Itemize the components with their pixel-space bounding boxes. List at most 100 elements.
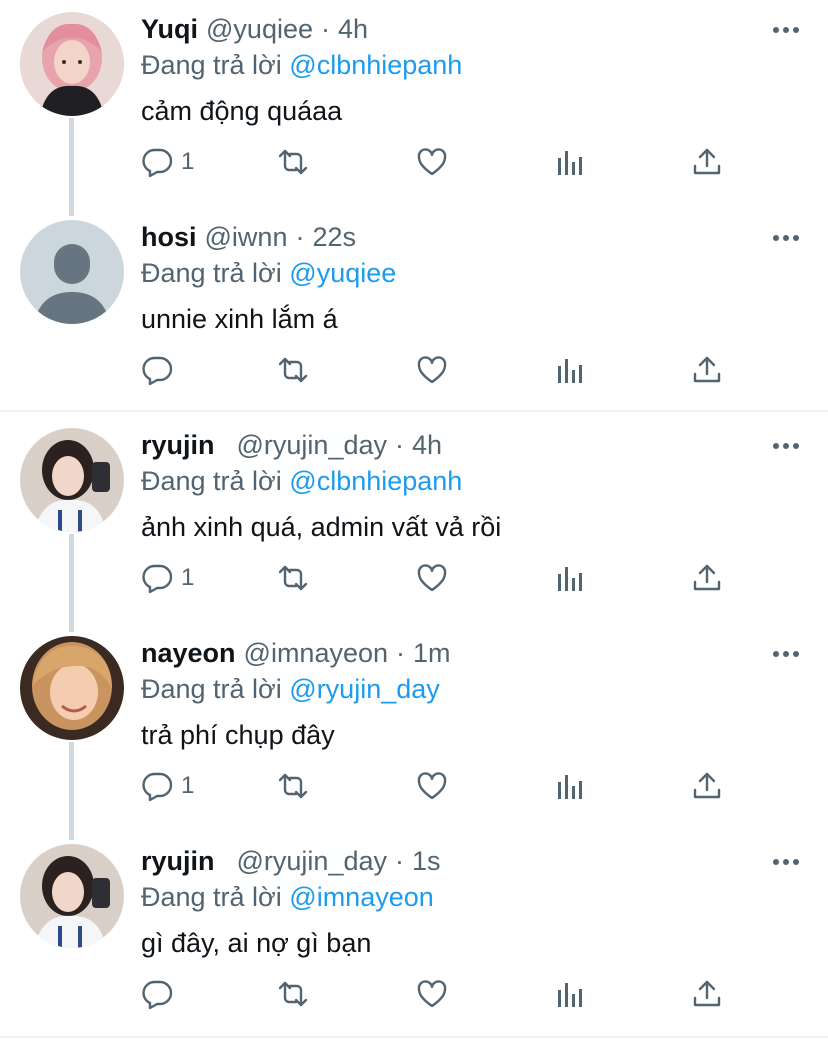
reply-count: 1	[181, 564, 195, 591]
retweet-button[interactable]	[277, 348, 309, 392]
timestamp[interactable]: 4h	[338, 14, 368, 45]
share-button[interactable]	[691, 764, 723, 808]
tweet[interactable]: ryujin @ryujin_day · 4h Đang trả lời @cl…	[0, 416, 828, 632]
reply-button[interactable]: 1	[141, 556, 194, 600]
share-icon	[693, 148, 721, 175]
share-icon	[693, 356, 721, 383]
action-bar: 1	[141, 556, 741, 600]
handle[interactable]: @iwnn	[205, 222, 288, 253]
avatar[interactable]	[20, 844, 124, 948]
tweet-header: hosi @iwnn · 22s	[141, 222, 356, 258]
share-icon	[693, 772, 721, 799]
handle[interactable]: @ryujin_day	[237, 430, 387, 461]
display-name[interactable]: ryujin	[141, 846, 215, 877]
timestamp[interactable]: 1s	[412, 846, 441, 877]
like-button[interactable]	[416, 348, 448, 392]
share-button[interactable]	[691, 140, 723, 184]
heart-icon	[417, 772, 447, 800]
separator-dot: ·	[396, 638, 406, 668]
heart-icon	[417, 148, 447, 176]
separator-dot: ·	[321, 14, 330, 44]
retweet-icon	[278, 149, 308, 175]
replying-to-label: Đang trả lời	[141, 674, 282, 704]
retweet-button[interactable]	[277, 972, 309, 1016]
retweet-button[interactable]	[277, 764, 309, 808]
tweet-header: ryujin @ryujin_day · 1s	[141, 846, 441, 882]
reply-button[interactable]	[141, 348, 181, 392]
thread-divider	[0, 1036, 828, 1038]
reply-icon	[142, 772, 173, 802]
retweet-button[interactable]	[277, 556, 309, 600]
reply-icon	[142, 148, 173, 178]
retweet-icon	[278, 981, 308, 1007]
replying-to-label: Đang trả lời	[141, 50, 282, 80]
analytics-icon	[558, 151, 582, 175]
tweet[interactable]: Yuqi @yuqiee · 4h Đang trả lời @clbnhiep…	[0, 0, 828, 216]
share-button[interactable]	[691, 972, 723, 1016]
analytics-button[interactable]	[554, 140, 586, 184]
retweet-icon	[278, 565, 308, 591]
reply-button[interactable]: 1	[141, 140, 194, 184]
handle[interactable]: @yuqiee	[206, 14, 313, 45]
avatar[interactable]	[20, 12, 124, 116]
share-button[interactable]	[691, 556, 723, 600]
timestamp[interactable]: 4h	[412, 430, 442, 461]
heart-icon	[417, 356, 447, 384]
mention-link[interactable]: @clbnhiepanh	[289, 466, 462, 496]
replying-to-label: Đang trả lời	[141, 466, 282, 496]
default-avatar-icon[interactable]	[20, 220, 124, 324]
like-button[interactable]	[416, 972, 448, 1016]
timestamp[interactable]: 1m	[413, 638, 451, 669]
thread-line	[69, 118, 74, 216]
more-options-icon[interactable]	[770, 436, 802, 456]
action-bar: 1	[141, 140, 741, 184]
separator-dot: ·	[295, 222, 305, 252]
tweet[interactable]: nayeon @imnayeon · 1m Đang trả lời @ryuj…	[0, 624, 828, 840]
analytics-button[interactable]	[554, 556, 586, 600]
separator-dot: ·	[395, 846, 404, 876]
display-name[interactable]: ryujin	[141, 430, 215, 461]
display-name[interactable]: Yuqi	[141, 14, 198, 45]
like-button[interactable]	[416, 764, 448, 808]
analytics-icon	[558, 359, 582, 383]
thread-divider	[0, 410, 828, 412]
timestamp[interactable]: 22s	[312, 222, 356, 253]
more-options-icon[interactable]	[770, 644, 802, 664]
action-bar	[141, 972, 741, 1016]
analytics-button[interactable]	[554, 764, 586, 808]
avatar[interactable]	[20, 636, 124, 740]
analytics-icon	[558, 775, 582, 799]
reply-icon	[142, 980, 173, 1010]
tweet-text: cảm động quáaa	[141, 96, 343, 126]
analytics-button[interactable]	[554, 348, 586, 392]
more-options-icon[interactable]	[770, 852, 802, 872]
tweet[interactable]: ryujin @ryujin_day · 1s Đang trả lời @im…	[0, 832, 828, 1040]
avatar[interactable]	[20, 428, 124, 532]
display-name[interactable]: hosi	[141, 222, 197, 253]
like-button[interactable]	[416, 556, 448, 600]
analytics-button[interactable]	[554, 972, 586, 1016]
reply-count: 1	[181, 148, 195, 175]
handle[interactable]: @imnayeon	[244, 638, 388, 669]
replying-to: Đang trả lời @imnayeon	[141, 882, 434, 913]
display-name[interactable]: nayeon	[141, 638, 236, 669]
retweet-button[interactable]	[277, 140, 309, 184]
mention-link[interactable]: @yuqiee	[289, 258, 396, 288]
handle[interactable]: @ryujin_day	[237, 846, 387, 877]
replying-to: Đang trả lời @yuqiee	[141, 258, 396, 289]
reply-button[interactable]	[141, 972, 181, 1016]
tweet-header: ryujin @ryujin_day · 4h	[141, 430, 442, 466]
mention-link[interactable]: @ryujin_day	[289, 674, 439, 704]
tweet[interactable]: hosi @iwnn · 22s Đang trả lời @yuqiee un…	[0, 208, 828, 416]
reply-count: 1	[181, 772, 195, 799]
more-options-icon[interactable]	[770, 20, 802, 40]
mention-link[interactable]: @imnayeon	[289, 882, 433, 912]
like-button[interactable]	[416, 140, 448, 184]
reply-button[interactable]: 1	[141, 764, 194, 808]
mention-link[interactable]: @clbnhiepanh	[289, 50, 462, 80]
share-button[interactable]	[691, 348, 723, 392]
more-options-icon[interactable]	[770, 228, 802, 248]
tweet-text: trả phí chụp đây	[141, 720, 335, 750]
tweet-header: Yuqi @yuqiee · 4h	[141, 14, 368, 50]
replying-to: Đang trả lời @ryujin_day	[141, 674, 440, 705]
